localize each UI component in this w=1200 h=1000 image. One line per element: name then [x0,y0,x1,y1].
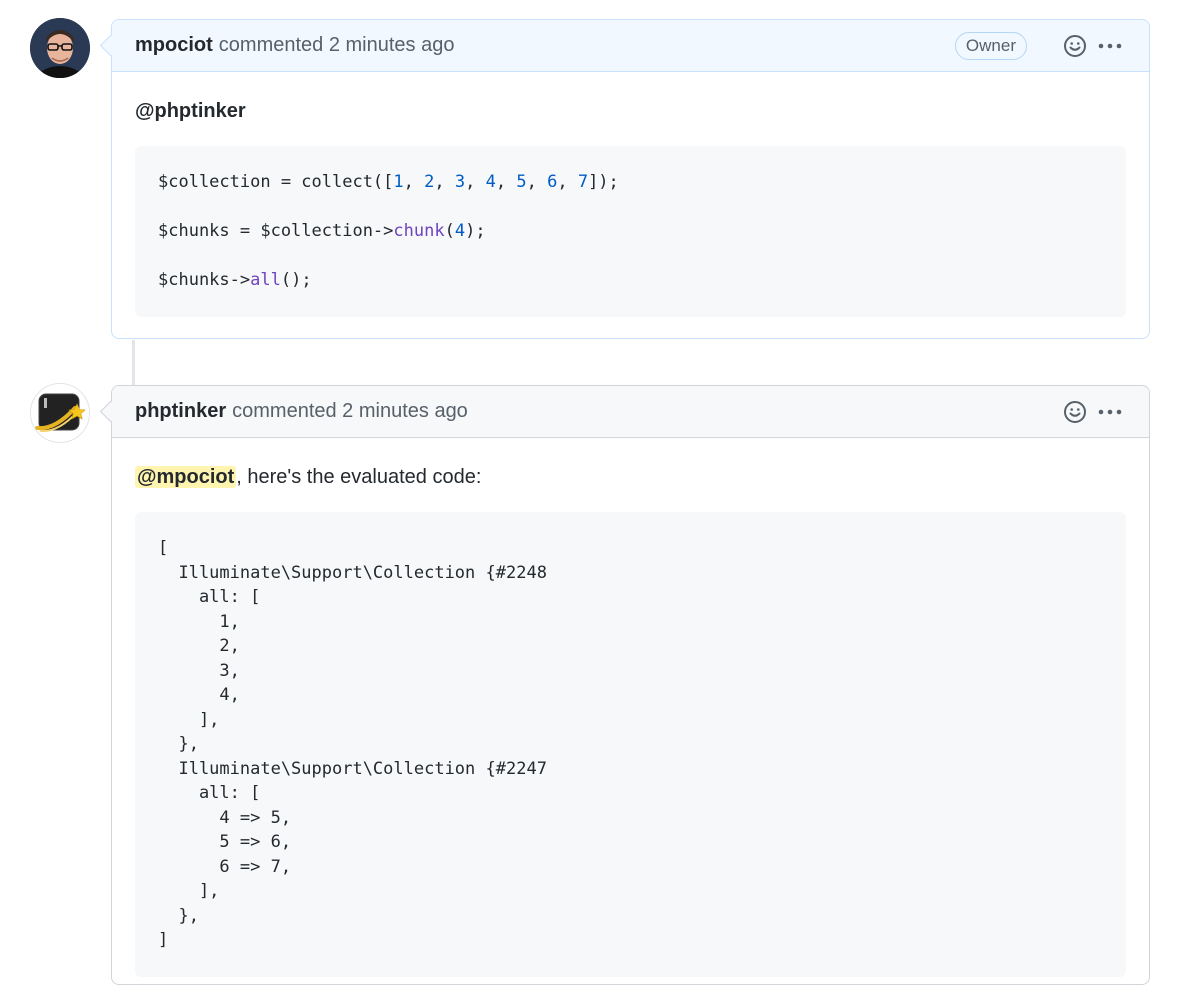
code-token: (); [280,270,312,290]
comment-body: @phptinker $collection = collect([1, 2, … [112,72,1149,340]
code-token: 2, [158,636,240,656]
smiley-icon[interactable] [1063,34,1087,58]
avatar-phptinker-image [31,384,89,442]
mention-link[interactable]: @phptinker [135,100,246,122]
code-token: 6 [547,172,558,192]
code-token: Illuminate\Support\Collection {#2247 [158,758,547,779]
comment-header: phptinker commented 2 minutes ago [99,386,1149,438]
code-token: , [557,172,578,192]
mention-link[interactable]: @mpociot [135,466,237,488]
kebab-horizontal-icon[interactable] [1097,34,1123,58]
code-token: 4 [485,172,496,192]
code-token: all: [ [158,783,261,803]
avatar-mpociot[interactable] [30,18,90,78]
comment-timestamp[interactable]: commented 2 minutes ago [232,400,468,423]
code-token: 2 [424,172,435,192]
code-line: Illuminate\Support\Collection {#2247 [158,757,1103,782]
code-token: }, [158,734,199,754]
code-line: [ [158,536,1103,561]
code-line: $chunks = $collection->chunk(4); [158,219,1103,244]
comment-timestamp[interactable]: commented 2 minutes ago [219,34,455,57]
code-token: 1 [393,172,404,192]
comment-mpociot: mpociot commented 2 minutes ago Owner @p… [99,19,1150,340]
code-token: ], [158,709,220,730]
code-token: all: [ [158,587,261,607]
code-token: , [495,172,517,192]
code-line: $chunks->all(); [158,268,1103,293]
code-token: all [250,270,281,290]
code-token: 5 [516,172,527,192]
avatar-phptinker[interactable] [30,383,90,443]
code-line: 4, [158,683,1103,708]
code-line: 5 => 6, [158,830,1103,855]
code-line: all: [ [158,781,1103,806]
code-token: }, [158,905,199,926]
avatar-mpociot-image [30,18,90,78]
code-token: 4 [454,221,466,241]
code-token: , [465,172,486,192]
comment-actions: Owner [954,31,1149,60]
code-token: Illuminate\Support\Collection {#2248 [158,562,547,583]
comment-text: @mpociot, here's the evaluated code: [135,464,1126,490]
code-line: 4 => 5, [158,806,1103,831]
code-token: 7 [577,172,589,192]
code-line: Illuminate\Support\Collection {#2248 [158,561,1103,586]
code-token: 3 [454,172,466,192]
smiley-icon[interactable] [1063,400,1087,424]
code-token: [ [158,538,169,558]
comment-pointer [99,34,122,57]
code-line: }, [158,904,1103,929]
comment-author[interactable]: mpociot [135,34,213,57]
code-token: ], [158,881,220,901]
code-line: 1, [158,610,1103,635]
code-token: 4 => 5, [158,807,292,828]
comment-text: @phptinker [135,98,1126,124]
code-token: chunk [393,221,445,241]
code-token: 1, [158,611,240,632]
code-token: ]); [588,172,619,192]
code-token: , [403,172,425,192]
code-token: $chunks = $collection-> [158,221,394,241]
code-token: ); [465,221,486,241]
code-line: 6 => 7, [158,855,1103,880]
code-token: , [434,172,455,192]
comment-actions [1053,400,1149,424]
code-token: 4, [158,685,240,705]
code-token: 3, [158,660,240,681]
code-line: $collection = collect([1, 2, 3, 4, 5, 6,… [158,170,1103,195]
code-token: $collection = collect([ [158,172,394,192]
code-token: ] [158,930,169,950]
code-line: }, [158,732,1103,757]
code-line: ] [158,928,1103,953]
timeline-connector [132,340,135,386]
code-line: all: [ [158,585,1103,610]
code-line: 2, [158,634,1103,659]
comment-header: mpociot commented 2 minutes ago Owner [99,20,1149,72]
code-token: 6 => 7, [158,856,292,877]
kebab-horizontal-icon[interactable] [1097,400,1123,424]
code-line: 3, [158,659,1103,684]
comment-body: @mpociot, here's the evaluated code: [ I… [112,438,1149,1000]
code-block: $collection = collect([1, 2, 3, 4, 5, 6,… [135,146,1126,317]
code-token: 5 => 6, [158,832,292,852]
code-block: [ Illuminate\Support\Collection {#2248 a… [135,512,1126,977]
comment-phptinker: phptinker commented 2 minutes ago @mpoci… [99,385,1150,985]
owner-badge: Owner [954,31,1027,60]
comment-text-content: , here's the evaluated code: [236,466,482,488]
comment-pointer [99,400,122,423]
code-line: ], [158,879,1103,904]
code-token: $chunks-> [158,270,251,290]
code-token: , [526,172,548,192]
comment-author[interactable]: phptinker [135,400,226,423]
code-token: ( [444,221,455,241]
code-line: ], [158,708,1103,733]
